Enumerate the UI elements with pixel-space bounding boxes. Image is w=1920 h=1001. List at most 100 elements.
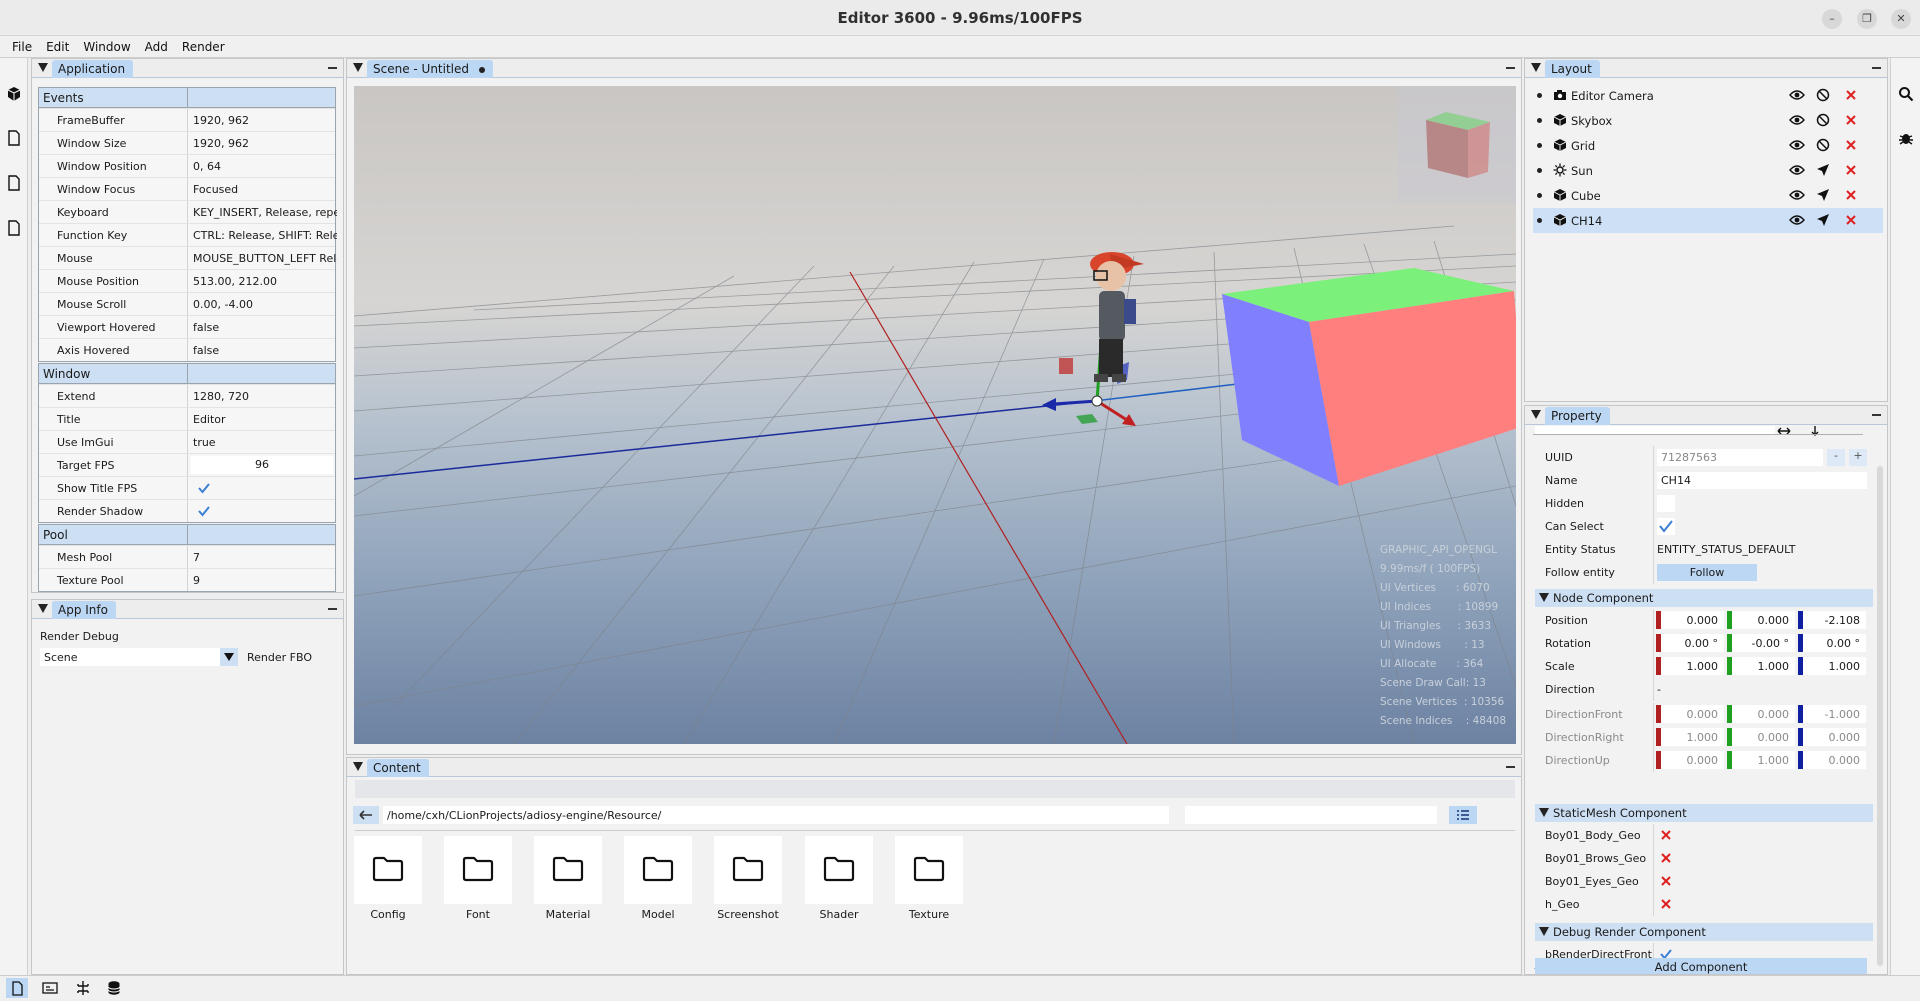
folder-config[interactable] [354, 836, 422, 904]
name-input[interactable]: CH14 [1657, 472, 1867, 489]
tab-scene[interactable]: Scene - Untitled [367, 60, 494, 78]
status-files-button[interactable] [6, 978, 28, 998]
eye-icon[interactable] [1789, 164, 1805, 176]
folder-model[interactable] [624, 836, 692, 904]
debug-render-component-header[interactable]: Debug Render Component [1535, 923, 1873, 941]
tab-property[interactable]: Property [1545, 407, 1610, 425]
folder-font[interactable] [444, 836, 512, 904]
dropdown-arrow[interactable] [220, 648, 238, 666]
delete-icon[interactable] [1844, 88, 1858, 102]
menu-add[interactable]: Add [138, 36, 175, 54]
node-component-header[interactable]: Node Component [1535, 589, 1873, 607]
id-card-icon[interactable] [42, 980, 58, 996]
content-search-input[interactable] [1185, 806, 1437, 824]
layout-item-editor-camera[interactable]: Editor Camera [1533, 83, 1883, 108]
tab-app-info[interactable]: App Info [52, 601, 116, 619]
maximize-button[interactable]: ❐ [1857, 9, 1877, 29]
minimize-panel-icon[interactable] [1872, 414, 1881, 416]
disable-icon[interactable] [1816, 138, 1830, 152]
eye-icon[interactable] [1789, 139, 1805, 151]
bug-icon[interactable] [1898, 130, 1914, 146]
orientation-gizmo[interactable] [1398, 86, 1516, 203]
show-title-fps-checkbox[interactable] [197, 481, 211, 495]
database-icon[interactable] [106, 980, 122, 996]
property-scrollbar[interactable] [1877, 466, 1883, 966]
cube-icon[interactable] [6, 86, 22, 102]
remove-mesh-icon[interactable] [1661, 876, 1671, 886]
close-window-button[interactable]: ✕ [1891, 9, 1911, 29]
locate-icon[interactable] [1816, 213, 1830, 227]
delete-icon[interactable] [1844, 213, 1858, 227]
minimize-button[interactable]: – [1822, 9, 1842, 29]
uuid-plus-button[interactable]: + [1849, 449, 1867, 466]
render-shadow-checkbox[interactable] [197, 504, 211, 518]
eye-icon[interactable] [1789, 214, 1805, 226]
tab-application[interactable]: Application [52, 60, 134, 78]
layout-item-grid[interactable]: Grid [1533, 133, 1883, 158]
collapse-icon[interactable] [38, 63, 48, 72]
position-y-field[interactable]: 0.000 [1727, 611, 1795, 629]
file-icon[interactable] [6, 130, 22, 146]
delete-icon[interactable] [1844, 163, 1858, 177]
position-z-field[interactable]: -2.108 [1798, 611, 1866, 629]
minimize-panel-icon[interactable] [1506, 67, 1515, 69]
eye-icon[interactable] [1789, 89, 1805, 101]
render-debug-select[interactable]: Scene [40, 648, 220, 666]
hierarchy-icon[interactable] [75, 980, 91, 996]
collapse-icon[interactable] [1531, 63, 1541, 72]
collapse-icon[interactable] [353, 63, 363, 72]
target-fps-input[interactable]: 96 [191, 456, 333, 474]
scale-y-field[interactable]: 1.000 [1727, 657, 1795, 675]
collapse-icon[interactable] [353, 762, 363, 771]
layout-item-cube[interactable]: Cube [1533, 183, 1883, 208]
remove-mesh-icon[interactable] [1661, 830, 1671, 840]
remove-mesh-icon[interactable] [1661, 899, 1671, 909]
scale-x-field[interactable]: 1.000 [1656, 657, 1724, 675]
rotation-z-field[interactable]: 0.00 ° [1798, 634, 1866, 652]
disable-icon[interactable] [1816, 113, 1830, 127]
collapse-icon[interactable] [38, 604, 48, 613]
minimize-panel-icon[interactable] [1506, 766, 1515, 768]
position-x-field[interactable]: 0.000 [1656, 611, 1724, 629]
path-input[interactable]: /home/cxh/CLionProjects/adiosy-engine/Re… [383, 806, 1169, 824]
eye-icon[interactable] [1789, 114, 1805, 126]
delete-icon[interactable] [1844, 138, 1858, 152]
file-icon[interactable] [6, 175, 22, 191]
menu-file[interactable]: File [0, 36, 39, 54]
collapse-icon[interactable] [1531, 410, 1541, 419]
menu-edit[interactable]: Edit [39, 36, 76, 54]
layout-item-sun[interactable]: Sun [1533, 158, 1883, 183]
folder-shader[interactable] [805, 836, 873, 904]
rotation-x-field[interactable]: 0.00 ° [1656, 634, 1724, 652]
rotation-y-field[interactable]: -0.00 ° [1727, 634, 1795, 652]
add-component-button[interactable]: Add Component [1535, 958, 1867, 974]
locate-icon[interactable] [1816, 188, 1830, 202]
layout-item-ch14[interactable]: CH14 [1533, 208, 1883, 233]
remove-mesh-icon[interactable] [1661, 853, 1671, 863]
delete-icon[interactable] [1844, 113, 1858, 127]
can-select-checkbox[interactable] [1657, 518, 1675, 535]
minimize-panel-icon[interactable] [328, 608, 337, 610]
minimize-panel-icon[interactable] [328, 67, 337, 69]
staticmesh-component-header[interactable]: StaticMesh Component [1535, 804, 1873, 822]
tab-content[interactable]: Content [367, 759, 429, 777]
folder-texture[interactable] [895, 836, 963, 904]
minimize-panel-icon[interactable] [1872, 67, 1881, 69]
list-view-button[interactable] [1449, 806, 1477, 824]
folder-screenshot[interactable] [714, 836, 782, 904]
follow-button[interactable]: Follow [1657, 564, 1757, 581]
menu-window[interactable]: Window [76, 36, 137, 54]
uuid-minus-button[interactable]: - [1827, 449, 1845, 466]
back-button[interactable] [353, 806, 379, 824]
disable-icon[interactable] [1816, 88, 1830, 102]
eye-icon[interactable] [1789, 189, 1805, 201]
hidden-checkbox[interactable] [1657, 495, 1675, 512]
menu-render[interactable]: Render [175, 36, 232, 54]
file-icon[interactable] [6, 220, 22, 236]
locate-icon[interactable] [1816, 163, 1830, 177]
tab-layout[interactable]: Layout [1545, 60, 1600, 78]
folder-material[interactable] [534, 836, 602, 904]
scene-viewport[interactable]: GRAPHIC_API_OPENGL 9.99ms/f ( 100FPS) UI… [354, 86, 1516, 744]
scale-z-field[interactable]: 1.000 [1798, 657, 1866, 675]
delete-icon[interactable] [1844, 188, 1858, 202]
